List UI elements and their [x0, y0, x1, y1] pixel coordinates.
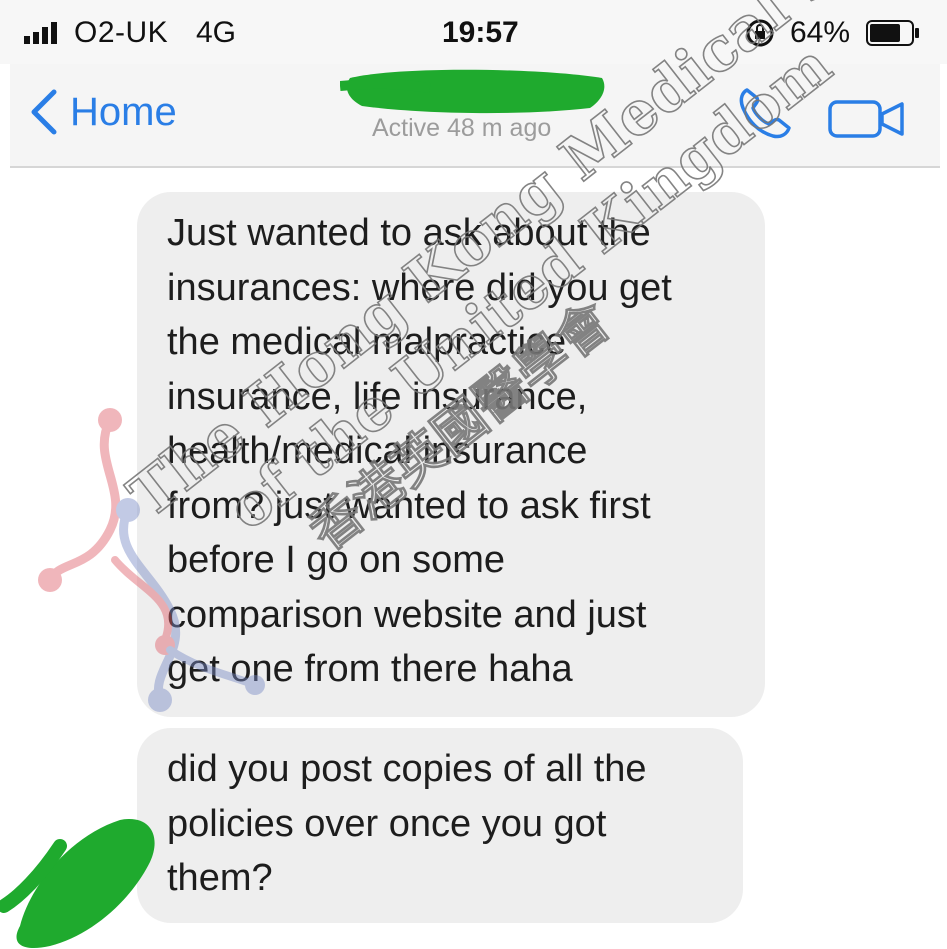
rotation-lock-icon — [746, 19, 774, 47]
message-line: insurance, life insurance, — [167, 375, 588, 418]
messenger-screen: O2-UK 4G 19:57 64% Home Active 48 m ago — [0, 0, 947, 949]
conversation-header: Home Active 48 m ago — [10, 64, 940, 168]
message-line: insurances: where did you get — [167, 266, 672, 309]
message-line: before I go on some — [167, 539, 505, 581]
battery-icon — [866, 20, 919, 46]
message-line: them? — [167, 857, 273, 899]
message-line: from? just wanted to ask first — [167, 484, 651, 527]
carrier-name: O2-UK — [74, 16, 169, 49]
message-line: policies over once you got — [167, 802, 607, 845]
back-label: Home — [70, 89, 177, 134]
contact-active-status: Active 48 m ago — [372, 114, 552, 142]
status-bar: O2-UK 4G 19:57 64% — [0, 0, 947, 64]
status-time: 19:57 — [442, 16, 519, 49]
video-camera-icon[interactable] — [828, 98, 906, 140]
message-line: comparison website and just — [167, 593, 647, 636]
phone-icon[interactable] — [735, 84, 793, 142]
contact-name-redaction — [340, 69, 605, 114]
message-line: Just wanted to ask about the — [167, 212, 651, 254]
sender-avatar-redaction — [0, 819, 155, 948]
signal-icon — [24, 22, 57, 44]
received-message-bubble[interactable]: did you post copies of all the policies … — [137, 728, 743, 923]
network-type: 4G — [196, 16, 237, 49]
message-line: did you post copies of all the — [167, 748, 647, 790]
received-message-bubble[interactable]: Just wanted to ask about the insurances:… — [137, 192, 765, 717]
back-button[interactable]: Home — [28, 82, 177, 142]
message-line: the medical malpractice — [167, 321, 567, 363]
message-line: get one from there haha — [167, 648, 573, 690]
message-line: health/medical insurance — [167, 430, 588, 472]
battery-percent: 64% — [790, 16, 851, 49]
back-chevron-icon — [31, 89, 57, 135]
